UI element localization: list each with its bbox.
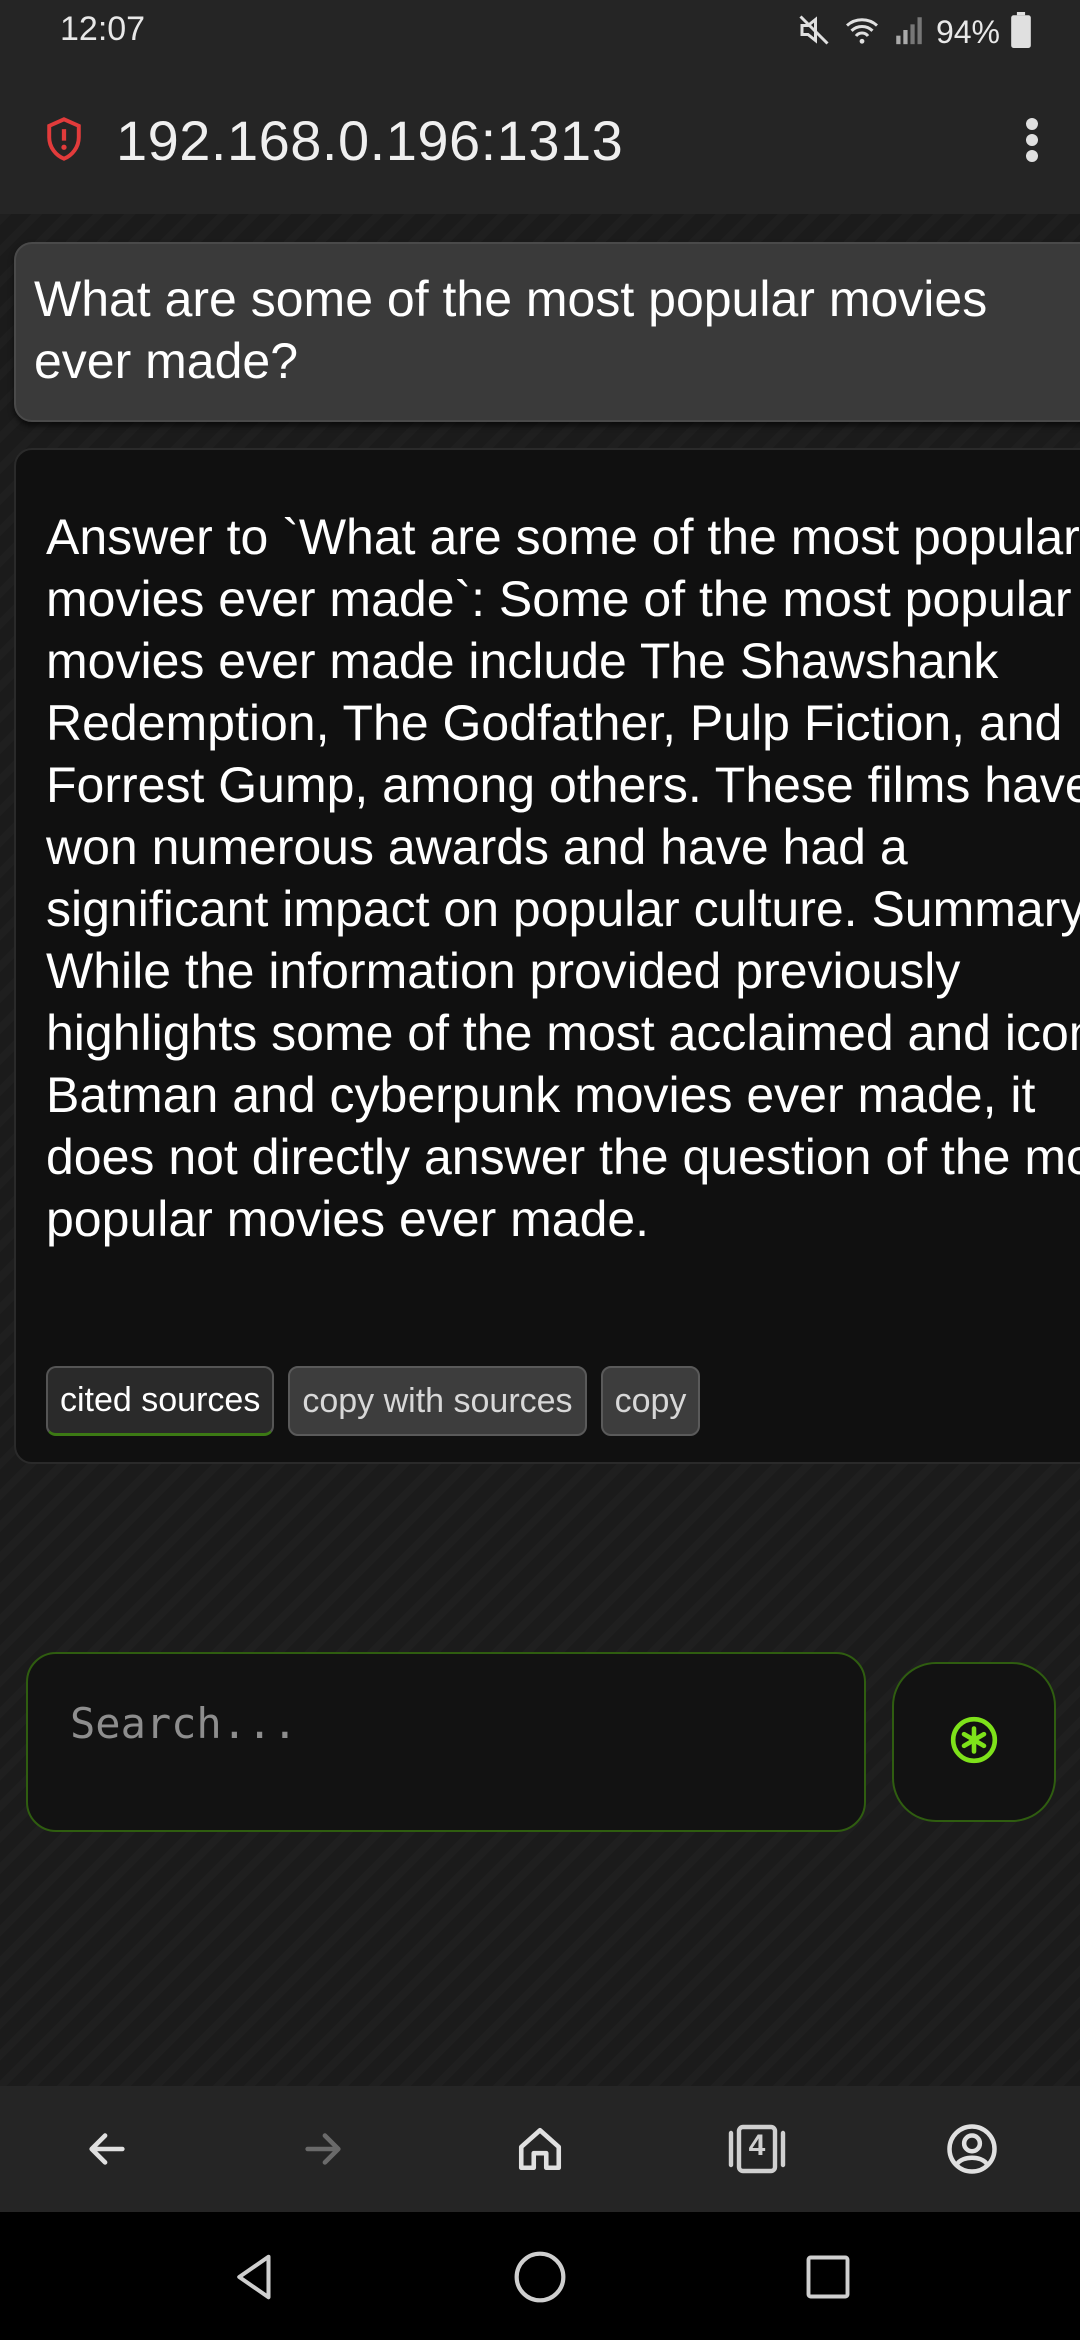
back-arrow-icon[interactable]: [72, 2114, 142, 2184]
tabs-icon[interactable]: 4: [722, 2114, 792, 2184]
status-time: 12:07: [60, 10, 146, 48]
shield-alert-icon[interactable]: [44, 116, 84, 167]
battery-icon: [1010, 12, 1032, 53]
question-text: What are some of the most popular movies…: [34, 271, 988, 389]
browser-nav-bar: 4: [0, 2086, 1080, 2212]
question-card: What are some of the most popular movies…: [14, 242, 1080, 422]
back-triangle-icon[interactable]: [220, 2242, 290, 2312]
status-bar: 12:07 94%: [0, 0, 1080, 64]
address-bar: 192.168.0.196:1313: [0, 64, 1080, 216]
cited-sources-button[interactable]: cited sources: [46, 1366, 275, 1436]
answer-card: Answer to `What are some of the most pop…: [14, 448, 1080, 1464]
signal-icon: [892, 13, 926, 52]
copy-with-sources-button[interactable]: copy with sources: [288, 1366, 587, 1436]
tab-count: 4: [748, 2129, 766, 2162]
asterisk-circle-icon: [949, 1715, 999, 1770]
submit-button[interactable]: [892, 1662, 1056, 1822]
recents-square-icon[interactable]: [793, 2242, 863, 2312]
search-input[interactable]: [68, 1698, 832, 1749]
more-vert-icon[interactable]: [1024, 116, 1040, 169]
system-nav-bar: [0, 2212, 1080, 2340]
mute-icon: [796, 12, 832, 53]
answer-actions: cited sources copy with sources copy: [46, 1366, 701, 1436]
account-icon[interactable]: [937, 2114, 1007, 2184]
copy-button[interactable]: copy: [600, 1366, 701, 1436]
forward-arrow-icon[interactable]: [288, 2114, 358, 2184]
answer-text: Answer to `What are some of the most pop…: [46, 509, 1080, 1247]
search-box[interactable]: [26, 1652, 866, 1832]
home-icon[interactable]: [505, 2114, 575, 2184]
status-icons: 94%: [796, 12, 1032, 53]
home-circle-icon[interactable]: [505, 2242, 575, 2312]
battery-percent: 94%: [935, 14, 1000, 50]
wifi-icon: [842, 12, 882, 53]
url-field[interactable]: 192.168.0.196:1313: [116, 108, 623, 173]
